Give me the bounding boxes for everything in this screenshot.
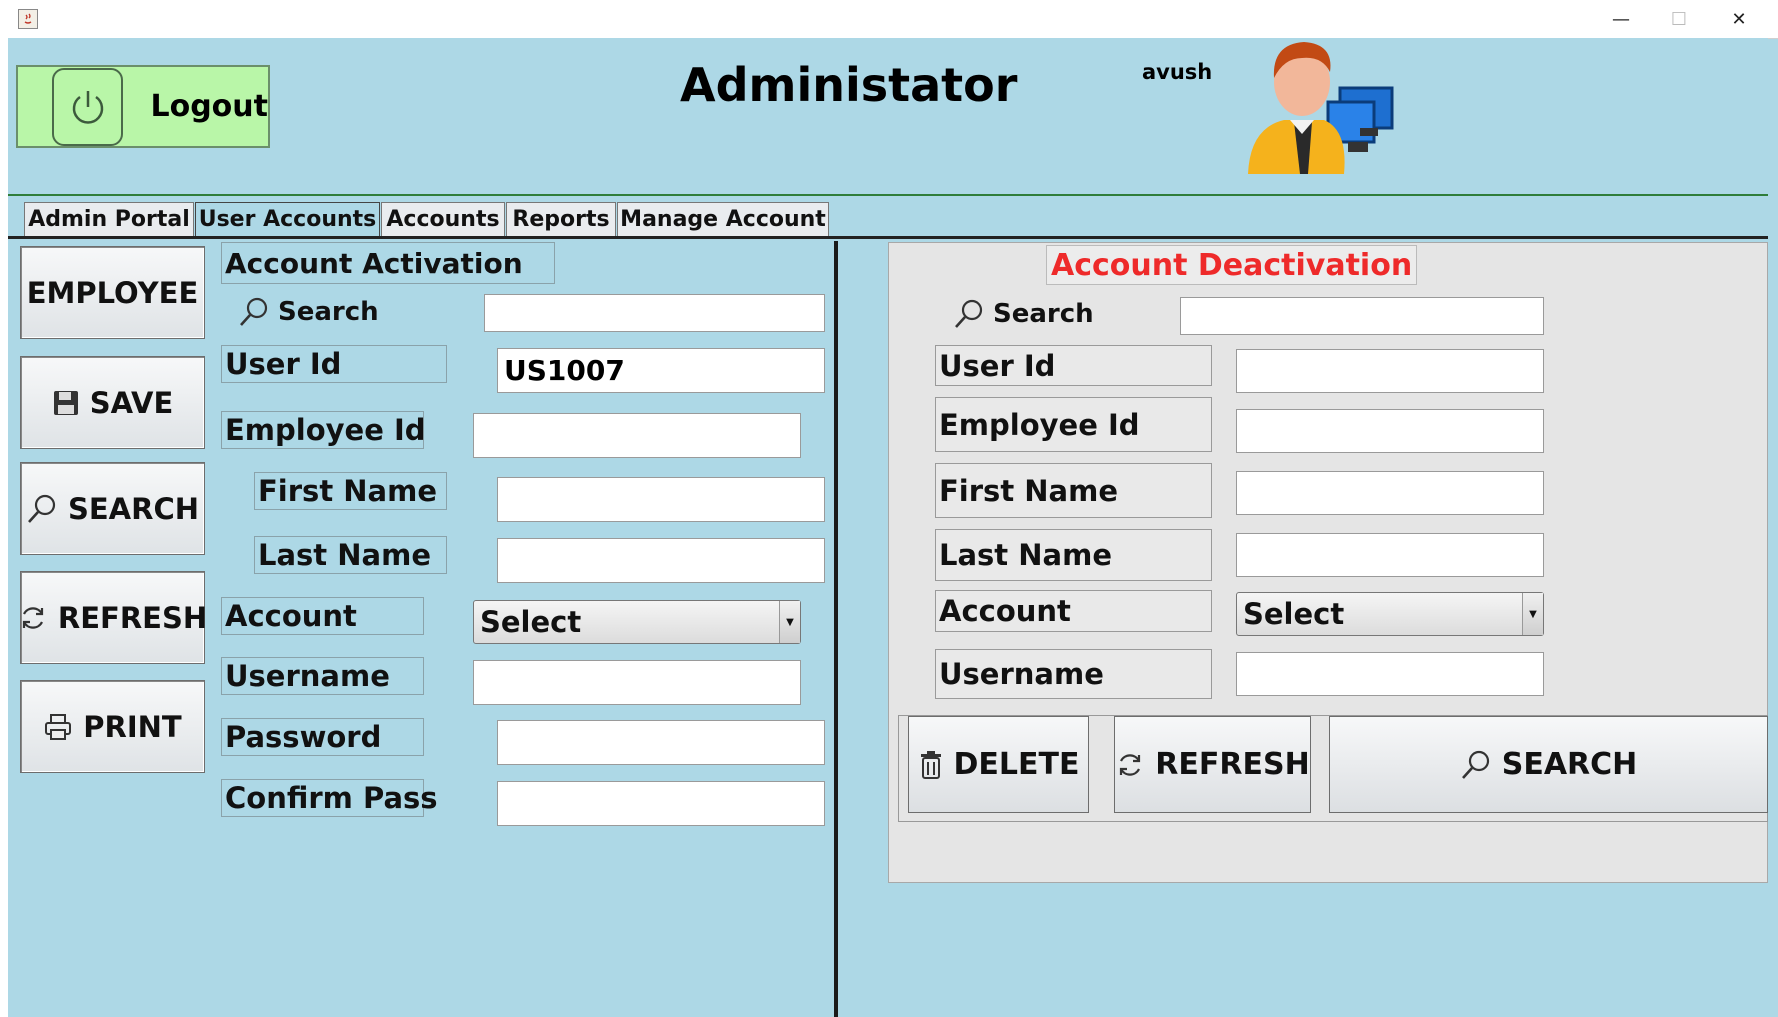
deactivation-last-name-field[interactable] [1236, 533, 1544, 577]
deactivation-refresh-label: REFRESH [1155, 747, 1310, 782]
activation-username-field[interactable] [473, 660, 801, 705]
deactivation-refresh-button[interactable]: REFRESH [1114, 716, 1311, 813]
print-button-label: PRINT [83, 709, 182, 744]
search-icon [953, 298, 985, 330]
activation-search-text: Search [278, 297, 379, 327]
search-button-label: SEARCH [67, 491, 200, 526]
deactivation-last-name-label: Last Name [935, 529, 1212, 581]
deactivation-account-selected: Select [1243, 597, 1345, 631]
activation-last-name-field[interactable] [497, 538, 825, 583]
account-activation-title: Account Activation [221, 242, 555, 284]
deactivation-first-name-label: First Name [935, 463, 1212, 518]
logout-label: Logout [150, 89, 268, 124]
employee-button-label: EMPLOYEE [26, 275, 199, 310]
activation-search-label: Search [238, 296, 379, 328]
refresh-button[interactable]: REFRESH [18, 571, 208, 664]
tab-reports[interactable]: Reports [506, 202, 616, 236]
activation-confirm-pass-field[interactable] [497, 781, 825, 826]
deactivation-user-id-label: User Id [935, 345, 1212, 386]
search-icon [1460, 749, 1492, 781]
java-app-icon [18, 9, 38, 29]
panel-divider [834, 241, 838, 1017]
deactivation-employee-id-label: Employee Id [935, 397, 1212, 452]
activation-first-name-label: First Name [254, 472, 447, 510]
tab-admin-portal[interactable]: Admin Portal [24, 202, 194, 236]
tab-user-accounts[interactable]: User Accounts [195, 202, 380, 236]
print-button[interactable]: PRINT [20, 680, 205, 773]
deactivation-account-select[interactable]: Select ▼ [1236, 592, 1544, 636]
page-title: Administator [680, 58, 1018, 112]
logout-button[interactable]: Logout [16, 65, 270, 148]
deactivation-search-button[interactable]: SEARCH [1329, 716, 1768, 813]
deactivation-search-label-text: SEARCH [1501, 747, 1638, 782]
activation-username-label: Username [221, 657, 424, 695]
deactivation-search-text: Search [993, 299, 1094, 329]
activation-user-id-field[interactable] [497, 348, 825, 393]
delete-button[interactable]: DELETE [908, 716, 1089, 813]
printer-icon [43, 712, 73, 742]
search-icon [26, 493, 58, 525]
search-button[interactable]: SEARCH [20, 462, 205, 555]
trash-icon [918, 750, 944, 780]
activation-account-selected: Select [480, 605, 582, 639]
close-button[interactable]: ✕ [1710, 0, 1768, 38]
refresh-icon [1115, 750, 1145, 780]
floppy-disk-icon [52, 389, 80, 417]
refresh-button-label: REFRESH [57, 600, 208, 635]
delete-button-label: DELETE [953, 747, 1080, 782]
activation-account-select[interactable]: Select ▼ [473, 600, 801, 644]
employee-button[interactable]: EMPLOYEE [20, 246, 205, 339]
save-button-label: SAVE [89, 385, 174, 420]
deactivation-search-input[interactable] [1180, 297, 1544, 335]
username-label: avush [1142, 60, 1213, 84]
deactivation-account-label: Account [935, 590, 1212, 632]
tab-accounts[interactable]: Accounts [381, 202, 505, 236]
deactivation-username-field[interactable] [1236, 652, 1544, 696]
activation-search-input[interactable] [484, 294, 825, 332]
deactivation-search-label: Search [953, 298, 1094, 330]
maximize-button[interactable]: ☐ [1650, 0, 1708, 38]
dropdown-arrow-icon: ▼ [1522, 593, 1543, 635]
activation-password-field[interactable] [497, 720, 825, 765]
desktop-edge [0, 38, 8, 1017]
activation-last-name-label: Last Name [254, 536, 447, 574]
activation-password-label: Password [221, 718, 424, 756]
activation-confirm-pass-label: Confirm Pass [221, 779, 438, 817]
deactivation-user-id-field[interactable] [1236, 349, 1544, 393]
account-deactivation-title: Account Deactivation [1046, 245, 1418, 285]
activation-account-label: Account [221, 597, 424, 635]
admin-avatar-image [1244, 38, 1404, 178]
deactivation-username-label: Username [935, 649, 1212, 699]
save-button[interactable]: SAVE [20, 356, 205, 449]
dropdown-arrow-icon: ▼ [779, 601, 800, 643]
title-bar: — ☐ ✕ [0, 0, 1778, 39]
minimize-button[interactable]: — [1592, 0, 1650, 38]
deactivation-first-name-field[interactable] [1236, 471, 1544, 515]
activation-employee-id-label: Employee Id [221, 411, 426, 449]
deactivation-employee-id-field[interactable] [1236, 409, 1544, 453]
refresh-icon [18, 603, 48, 633]
activation-employee-id-field[interactable] [473, 413, 801, 458]
search-icon [238, 296, 270, 328]
tab-manage-account[interactable]: Manage Account [617, 202, 829, 236]
activation-first-name-field[interactable] [497, 477, 825, 522]
power-icon [52, 67, 124, 146]
activation-user-id-label: User Id [221, 345, 447, 383]
